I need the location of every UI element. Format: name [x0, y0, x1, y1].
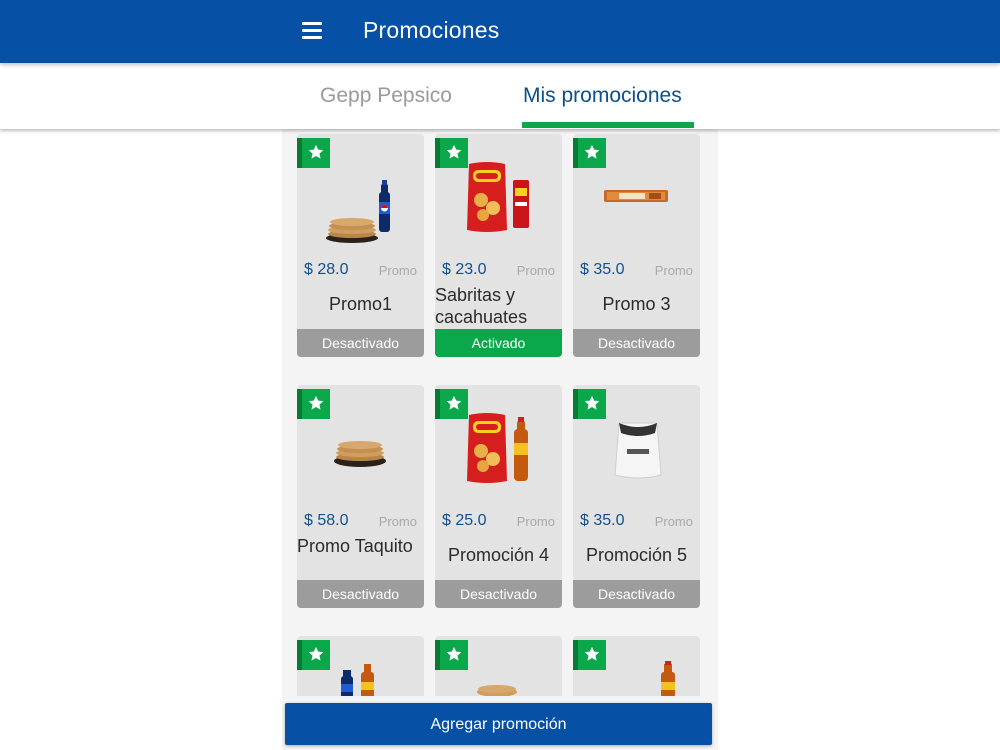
status-badge[interactable]: Desactivado: [297, 580, 424, 608]
promo-tag: Promo: [516, 514, 555, 529]
tab-selected-indicator: [522, 122, 694, 128]
promo-card[interactable]: $ 28.0 Promo Promo1 Desactivado: [297, 134, 424, 357]
product-image: [477, 685, 517, 696]
promo-price: $ 28.0: [304, 261, 349, 278]
promo-tag: Promo: [378, 514, 417, 529]
promo-name: Promo1: [328, 294, 393, 314]
promo-card[interactable]: [573, 636, 700, 696]
promo-price: $ 23.0: [442, 261, 487, 278]
promo-name: Promo 3: [602, 294, 671, 314]
product-image: [467, 413, 528, 483]
status-badge[interactable]: Desactivado: [573, 329, 700, 357]
product-image: [661, 661, 675, 696]
promo-card[interactable]: [297, 636, 424, 696]
promo-price: $ 35.0: [580, 261, 625, 278]
product-image: [467, 162, 529, 232]
promo-name: Promo Taquito: [297, 536, 413, 556]
promo-price: $ 58.0: [304, 512, 349, 529]
status-badge[interactable]: Desactivado: [297, 329, 424, 357]
promo-card[interactable]: [435, 636, 562, 696]
promo-tag: Promo: [378, 263, 417, 278]
status-badge[interactable]: Desactivado: [435, 580, 562, 608]
promo-card[interactable]: $ 23.0 Promo Sabritas y cacahuates Activ…: [435, 134, 562, 357]
status-badge[interactable]: Desactivado: [573, 580, 700, 608]
product-image: [341, 664, 374, 696]
product-image: [334, 441, 386, 467]
tab-mis-promociones[interactable]: Mis promociones: [523, 84, 682, 108]
promo-name: Promoción 4: [447, 545, 550, 565]
promo-price: $ 25.0: [442, 512, 487, 529]
add-promotion-button[interactable]: Agregar promoción: [285, 703, 712, 745]
tab-gepp-pepsico[interactable]: Gepp Pepsico: [320, 84, 452, 108]
product-image: [326, 180, 390, 243]
app-bar: Promociones: [0, 0, 1000, 63]
promo-tag: Promo: [654, 514, 693, 529]
hamburger-menu-icon[interactable]: [300, 20, 324, 42]
promo-name: Promoción 5: [585, 545, 688, 565]
promo-price: $ 35.0: [580, 512, 625, 529]
product-image: [614, 422, 662, 479]
promo-name: Sabritas y cacahuates: [435, 285, 528, 327]
promo-card[interactable]: $ 58.0 Promo Promo Taquito Desactivado: [297, 385, 424, 608]
promo-card[interactable]: $ 25.0 Promo Promoción 4 Desactivado: [435, 385, 562, 608]
promo-card[interactable]: $ 35.0 Promo Promo 3 Desactivado: [573, 134, 700, 357]
promo-card[interactable]: $ 35.0 Promo Promoción 5 Desactivado: [573, 385, 700, 608]
page-title: Promociones: [363, 17, 500, 43]
promo-tag: Promo: [516, 263, 555, 278]
tab-bar: Gepp Pepsico Mis promociones: [0, 63, 1000, 129]
promo-tag: Promo: [654, 263, 693, 278]
status-badge[interactable]: Activado: [435, 329, 562, 357]
product-image: [604, 190, 668, 202]
